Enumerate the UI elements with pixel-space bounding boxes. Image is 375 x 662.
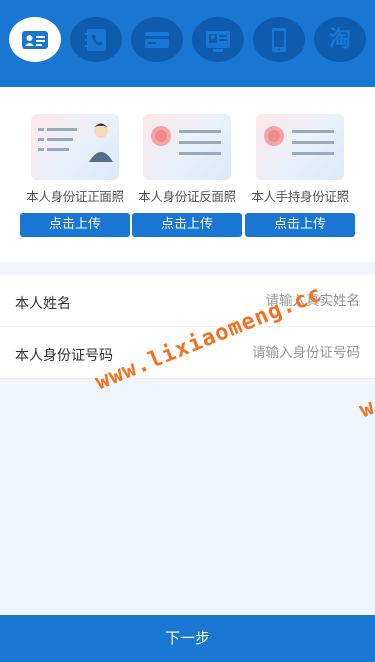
tab-mobile-phone[interactable] bbox=[253, 17, 305, 62]
tab-bank-card[interactable] bbox=[131, 17, 183, 62]
id-handheld-sample-image bbox=[256, 114, 344, 180]
id-card-icon bbox=[22, 30, 48, 49]
tab-taobao[interactable]: 淘 bbox=[314, 17, 366, 62]
watermark-fragment: w bbox=[356, 395, 375, 424]
name-label: 本人姓名 bbox=[15, 296, 71, 312]
taobao-icon: 淘 bbox=[328, 26, 351, 52]
id-front-sample-image bbox=[31, 114, 119, 180]
tab-id-card[interactable] bbox=[9, 17, 61, 62]
id-number-label: 本人身份证号码 bbox=[15, 348, 113, 364]
category-tab-bar: 淘 bbox=[0, 0, 375, 87]
upload-front-button[interactable]: 点击上传 bbox=[20, 213, 130, 237]
upload-card-handheld: 本人手持身份证照 点击上传 bbox=[245, 114, 355, 237]
phone-book-icon bbox=[85, 28, 106, 51]
id-photo-upload-section: 本人身份证正面照 点击上传 本人身份证反面照 点击上传 本人手持身份证照 点击上… bbox=[0, 87, 375, 262]
upload-card-front: 本人身份证正面照 点击上传 bbox=[20, 114, 130, 237]
upload-handheld-button[interactable]: 点击上传 bbox=[245, 213, 355, 237]
next-step-button[interactable]: 下一步 bbox=[0, 615, 375, 662]
tab-certificate[interactable] bbox=[192, 17, 244, 62]
mobile-phone-icon bbox=[272, 27, 286, 52]
bank-card-icon bbox=[145, 31, 169, 48]
certificate-icon bbox=[206, 30, 230, 52]
upload-card-front-label: 本人身份证正面照 bbox=[26, 189, 124, 204]
upload-back-button[interactable]: 点击上传 bbox=[132, 213, 242, 237]
id-back-sample-image bbox=[143, 114, 231, 180]
upload-card-back-label: 本人身份证反面照 bbox=[138, 189, 236, 204]
tab-phone-book[interactable] bbox=[70, 17, 122, 62]
upload-card-handheld-label: 本人手持身份证照 bbox=[251, 189, 349, 204]
upload-card-back: 本人身份证反面照 点击上传 bbox=[132, 114, 242, 237]
